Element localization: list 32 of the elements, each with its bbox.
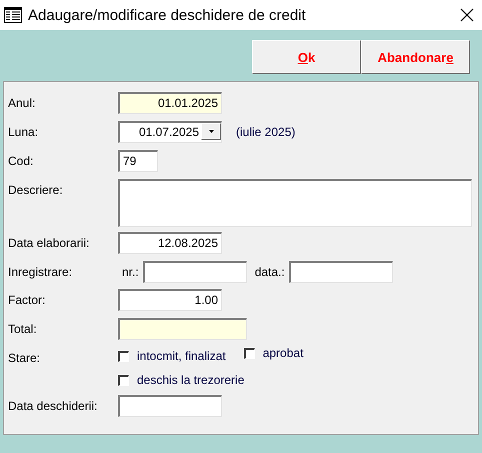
window-title: Adaugare/modificare deschidere de credit [28, 6, 307, 24]
close-icon[interactable] [460, 8, 474, 22]
cancel-button[interactable]: Abandonare [361, 40, 470, 74]
input-field[interactable] [118, 395, 222, 417]
description-field[interactable] [118, 179, 472, 227]
month-dropdown[interactable]: 01.07.2025 [118, 121, 222, 143]
field-label: Factor: [8, 292, 46, 307]
field-label: Cod: [8, 153, 34, 168]
input-field[interactable]: 79 [118, 150, 158, 172]
field-label: Total: [8, 321, 38, 336]
field-label: data.: [254, 264, 286, 279]
field-label: Inregistrare: [8, 264, 74, 279]
checkbox[interactable]: deschis la trezorerie [118, 373, 244, 387]
form-icon [4, 7, 22, 23]
checkbox[interactable]: intocmit, finalizat [118, 349, 226, 363]
caret-icon [208, 130, 214, 133]
month-name: (iulie 2025) [235, 124, 296, 139]
field-label: nr.: [121, 264, 140, 279]
input-field[interactable] [118, 318, 247, 340]
input-field[interactable]: 1.00 [118, 289, 222, 311]
field-label: Data elaborarii: [8, 235, 90, 250]
input-field[interactable] [288, 261, 393, 283]
field-label: Descriere: [8, 182, 64, 197]
field-label: Data deschiderii: [8, 398, 98, 413]
input-field[interactable] [142, 261, 247, 283]
checkbox[interactable]: aprobat [244, 346, 304, 360]
input-field[interactable]: 01.01.2025 [118, 92, 222, 114]
ok-button[interactable]: Ok [252, 40, 361, 74]
input-field[interactable]: 12.08.2025 [118, 232, 222, 254]
field-label: Stare: [8, 350, 42, 365]
field-label: Luna: [8, 124, 40, 139]
field-label: Anul: [8, 95, 36, 110]
